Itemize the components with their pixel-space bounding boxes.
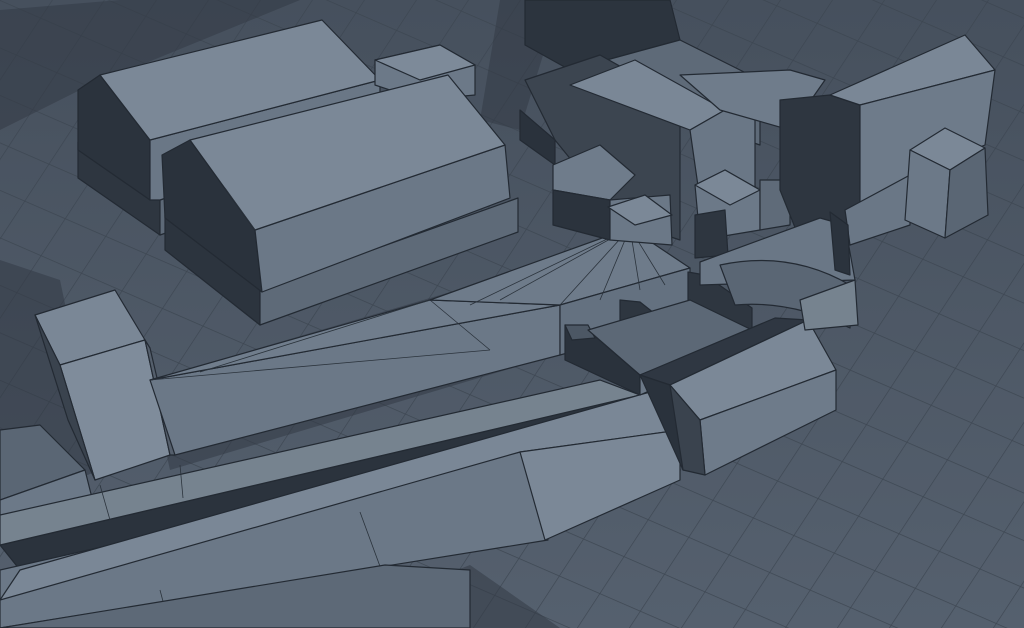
scene-render: [0, 0, 1024, 628]
3d-viewport[interactable]: [0, 0, 1024, 628]
